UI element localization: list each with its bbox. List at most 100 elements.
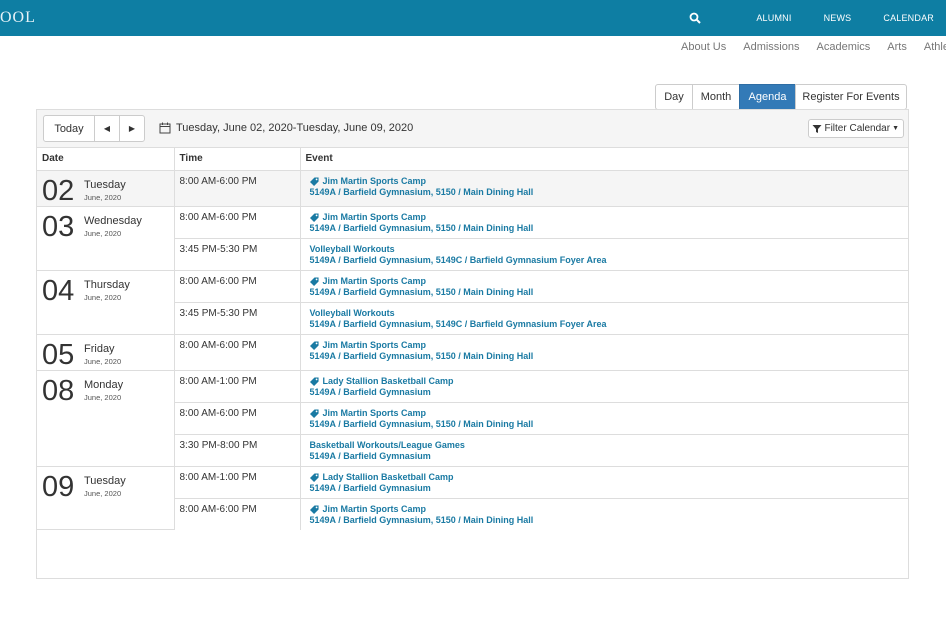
filter-icon	[812, 124, 822, 134]
event-location[interactable]: 5149A / Barfield Gymnasium, 5150 / Main …	[310, 223, 909, 234]
agenda-calendar: Today ◀ ▶ Tuesday, June 02, 2020-Tuesday…	[36, 109, 909, 579]
event-cell: Lady Stallion Basketball Camp 5149A / Ba…	[300, 466, 909, 499]
event-title-link[interactable]: Lady Stallion Basketball Camp	[309, 472, 909, 483]
event-title: Jim Martin Sports Camp	[322, 503, 427, 514]
event-cell: Basketball Workouts/League Games 5149A /…	[300, 434, 909, 467]
day-number: 02	[42, 174, 75, 207]
tag-icon	[309, 276, 319, 286]
subnav-admissions[interactable]: Admissions	[743, 41, 799, 53]
nav-news[interactable]: NEWS	[824, 13, 852, 23]
event-title-link[interactable]: Volleyball Workouts	[310, 244, 909, 255]
date-range-label: Tuesday, June 02, 2020-Tuesday, June 09,…	[176, 122, 414, 134]
event-location[interactable]: 5149A / Barfield Gymnasium, 5150 / Main …	[310, 419, 909, 430]
event-title-link[interactable]: Lady Stallion Basketball Camp	[309, 376, 909, 387]
today-button[interactable]: Today	[43, 115, 95, 142]
event-title-link[interactable]: Jim Martin Sports Camp	[309, 503, 909, 515]
top-nav: ALUMNI NEWS CALENDAR	[688, 0, 934, 36]
table-row: 05 Friday June, 2020 8:00 AM-6:00 PM Jim…	[37, 334, 909, 371]
tag-icon	[309, 408, 319, 418]
event-time: 8:00 AM-6:00 PM	[179, 407, 257, 419]
event-time: 8:00 AM-6:00 PM	[179, 339, 257, 351]
day-name: Monday	[84, 378, 124, 391]
event-title-link[interactable]: Jim Martin Sports Camp	[309, 211, 909, 223]
event-time: 8:00 AM-6:00 PM	[179, 503, 257, 515]
event-title-link[interactable]: Jim Martin Sports Camp	[309, 407, 909, 419]
nav-calendar[interactable]: CALENDAR	[883, 13, 934, 23]
date-cell: 08 Monday June, 2020	[37, 370, 175, 467]
secondary-nav: About Us Admissions Academics Arts Athle…	[681, 41, 946, 53]
event-cell: Jim Martin Sports Camp 5149A / Barfield …	[300, 402, 909, 435]
event-title-link[interactable]: Jim Martin Sports Camp	[309, 340, 909, 351]
event-title: Jim Martin Sports Camp	[322, 175, 427, 186]
event-title-link[interactable]: Jim Martin Sports Camp	[309, 175, 909, 187]
event-cell: Jim Martin Sports Camp 5149A / Barfield …	[300, 270, 909, 303]
tag-icon	[309, 504, 319, 514]
date-cell: 03 Wednesday June, 2020	[37, 206, 175, 271]
time-cell: 8:00 AM-6:00 PM	[174, 498, 301, 530]
day-number: 09	[42, 470, 75, 503]
table-header: Date Time Event	[37, 148, 908, 171]
event-title: Jim Martin Sports Camp	[322, 407, 427, 418]
event-time: 3:45 PM-5:30 PM	[179, 243, 258, 255]
event-title: Jim Martin Sports Camp	[322, 275, 427, 286]
tag-icon	[309, 340, 319, 350]
day-name: Tuesday	[84, 474, 126, 487]
day-month: June, 2020	[84, 392, 122, 402]
view-agenda-button[interactable]: Agenda	[739, 84, 796, 110]
subnav-about-us[interactable]: About Us	[681, 41, 726, 53]
column-event: Event	[300, 148, 908, 171]
view-month-button[interactable]: Month	[692, 84, 740, 110]
time-cell: 3:30 PM-8:00 PM	[174, 434, 301, 467]
event-location[interactable]: 5149A / Barfield Gymnasium	[310, 451, 909, 462]
filter-label: Filter Calendar	[824, 123, 891, 134]
event-title-link[interactable]: Basketball Workouts/League Games	[310, 440, 909, 451]
prev-week-button[interactable]: ◀	[94, 115, 120, 142]
school-logo[interactable]: OOL	[0, 9, 36, 27]
day-name: Friday	[84, 342, 115, 355]
event-cell: Jim Martin Sports Camp 5149A / Barfield …	[300, 334, 909, 371]
calendar-icon[interactable]	[159, 122, 171, 134]
day-month: June, 2020	[84, 192, 122, 202]
event-title: Basketball Workouts/League Games	[309, 439, 465, 450]
event-time: 3:45 PM-5:30 PM	[179, 307, 258, 319]
event-title: Volleyball Workouts	[309, 243, 395, 254]
event-title: Jim Martin Sports Camp	[322, 211, 427, 222]
event-location[interactable]: 5149A / Barfield Gymnasium, 5150 / Main …	[310, 287, 909, 298]
event-location[interactable]: 5149A / Barfield Gymnasium, 5149C / Barf…	[310, 255, 909, 266]
nav-alumni[interactable]: ALUMNI	[756, 13, 791, 23]
next-week-button[interactable]: ▶	[119, 115, 145, 142]
event-time: 8:00 AM-6:00 PM	[179, 211, 257, 223]
register-for-events-button[interactable]: Register For Events	[795, 84, 907, 110]
table-row: 02 Tuesday June, 2020 8:00 AM-6:00 PM Ji…	[37, 170, 909, 207]
event-cell: Volleyball Workouts 5149A / Barfield Gym…	[300, 238, 909, 271]
view-day-button[interactable]: Day	[655, 84, 693, 110]
table-row: 09 Tuesday June, 2020 8:00 AM-1:00 PM La…	[37, 466, 909, 530]
filter-calendar-dropdown[interactable]: Filter Calendar ▼	[808, 119, 904, 138]
chevron-left-icon: ◀	[103, 124, 111, 133]
day-name: Tuesday	[84, 178, 126, 191]
time-cell: 3:45 PM-5:30 PM	[174, 302, 301, 335]
event-time: 8:00 AM-6:00 PM	[179, 175, 257, 187]
table-row: 03 Wednesday June, 2020 8:00 AM-6:00 PM …	[37, 206, 909, 271]
search-icon[interactable]	[688, 11, 702, 25]
event-time: 3:30 PM-8:00 PM	[179, 439, 258, 451]
subnav-athletics[interactable]: Athlet	[924, 41, 946, 53]
event-location[interactable]: 5149A / Barfield Gymnasium	[310, 483, 909, 494]
day-month: June, 2020	[84, 488, 122, 498]
agenda-table: Date Time Event 02 Tuesday June, 2020 8:…	[37, 148, 908, 530]
date-cell: 05 Friday June, 2020	[37, 334, 175, 371]
time-cell: 8:00 AM-6:00 PM	[174, 206, 301, 239]
event-location[interactable]: 5149A / Barfield Gymnasium, 5149C / Barf…	[310, 319, 909, 330]
event-location[interactable]: 5149A / Barfield Gymnasium, 5150 / Main …	[310, 515, 909, 526]
event-title-link[interactable]: Jim Martin Sports Camp	[309, 275, 909, 287]
event-location[interactable]: 5149A / Barfield Gymnasium	[310, 387, 909, 398]
event-location[interactable]: 5149A / Barfield Gymnasium, 5150 / Main …	[310, 187, 909, 198]
day-name: Thursday	[84, 278, 130, 291]
subnav-academics[interactable]: Academics	[817, 41, 871, 53]
event-title-link[interactable]: Volleyball Workouts	[310, 308, 909, 319]
event-location[interactable]: 5149A / Barfield Gymnasium, 5150 / Main …	[310, 351, 909, 362]
date-cell: 04 Thursday June, 2020	[37, 270, 175, 335]
time-cell: 8:00 AM-1:00 PM	[174, 466, 301, 499]
subnav-arts[interactable]: Arts	[887, 41, 907, 53]
day-month: June, 2020	[84, 356, 122, 366]
